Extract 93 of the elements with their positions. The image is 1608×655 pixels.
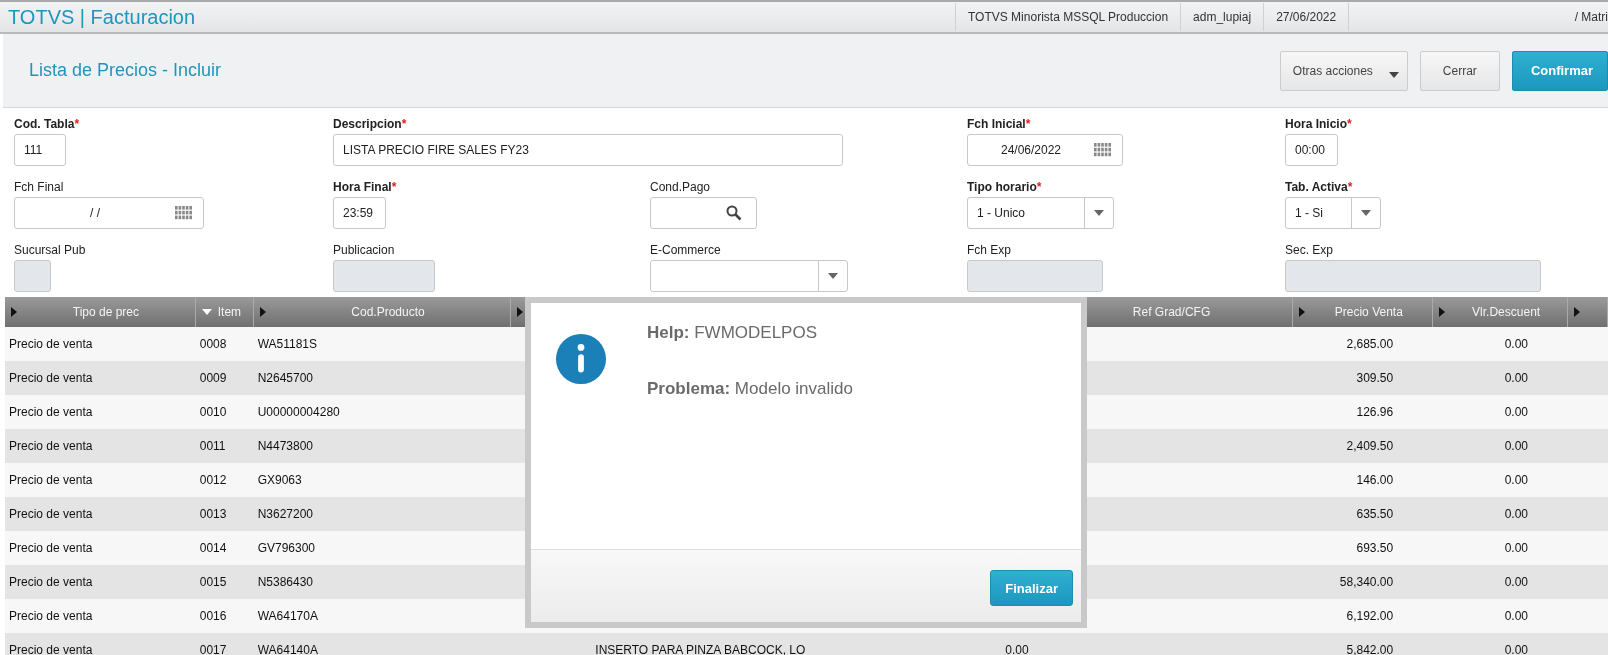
table-cell: 2,409.50: [1346, 439, 1394, 453]
table-cell: 0.00: [1504, 507, 1529, 521]
table-cell: Precio de venta: [9, 643, 93, 655]
field-label: Sec. Exp: [1285, 243, 1334, 258]
close-button[interactable]: Cerrar: [1419, 50, 1500, 91]
field-label: Fch Inicial: [967, 117, 1026, 132]
table-cell: Precio de venta: [9, 405, 93, 419]
table-cell: WA51181S: [257, 337, 318, 351]
table-cell: 0.00: [1504, 337, 1529, 351]
field-label: Descripcion: [333, 117, 402, 132]
table-cell: Precio de venta: [9, 507, 93, 521]
field-label: Cod. Tabla: [14, 117, 75, 132]
table-cell: 0014: [199, 541, 227, 555]
help-text: Help: FWMODELPOS: [647, 323, 818, 343]
field-label: Cond.Pago: [650, 180, 711, 195]
date-field[interactable]: 24/06/2022: [967, 134, 1123, 166]
table-cell: Precio de venta: [9, 575, 93, 589]
table-cell: 0013: [199, 507, 227, 521]
field-label: Hora Inicio: [1285, 117, 1347, 132]
table-cell: 0009: [199, 371, 227, 385]
table-cell: 5,842.00: [1346, 643, 1394, 655]
table-cell: 58,340.00: [1339, 575, 1394, 589]
field-label: Tab. Activa: [1285, 180, 1348, 195]
actions-menu-button[interactable]: Otras acciones: [1279, 50, 1408, 91]
table-cell: 0012: [199, 473, 227, 487]
table-cell: GV796300: [257, 541, 316, 555]
table-cell: N4473800: [257, 439, 314, 453]
required-mark: *: [1347, 180, 1353, 195]
input-field[interactable]: LISTA PRECIO FIRE SALES FY23: [333, 134, 843, 166]
table-cell: 6,192.00: [1346, 609, 1394, 623]
table-cell: 0.00: [1504, 439, 1529, 453]
input-field[interactable]: 00:00: [1285, 134, 1338, 166]
input-field[interactable]: 111: [14, 134, 66, 166]
column-header[interactable]: Vlr.Descuent: [1445, 305, 1568, 319]
field-label: Publicacion: [333, 243, 395, 258]
table-cell: 146.00: [1356, 473, 1394, 487]
table-cell: Precio de venta: [9, 337, 93, 351]
required-mark: *: [74, 117, 80, 132]
table-cell: 0.00: [1504, 371, 1529, 385]
required-mark: *: [1036, 180, 1042, 195]
table-cell: 0.00: [1504, 473, 1529, 487]
table-cell: 0017: [199, 643, 227, 655]
table-cell: 0.00: [1504, 643, 1529, 655]
table-cell: N5386430: [257, 575, 314, 589]
table-cell: N2645700: [257, 371, 314, 385]
required-mark: *: [1025, 117, 1031, 132]
table-cell: 0011: [199, 439, 226, 453]
table-cell: 635.50: [1356, 507, 1394, 521]
page-title: Lista de Precios - Incluir: [28, 60, 222, 81]
table-cell: Precio de venta: [9, 473, 93, 487]
branch-label: / Matri: [1574, 10, 1608, 24]
table-cell: Precio de venta: [9, 439, 93, 453]
required-mark: *: [1347, 117, 1352, 132]
table-cell: 0010: [199, 405, 227, 419]
table-cell: WA64170A: [257, 609, 318, 623]
input-field[interactable]: 23:59: [333, 197, 386, 229]
app-title: TOTVS | Facturacion: [7, 5, 197, 29]
table-cell: 0.00: [1005, 643, 1029, 655]
table-cell: U00000004280: [257, 405, 340, 419]
table-cell: 0.00: [1504, 609, 1529, 623]
table-cell: WA64140A: [257, 643, 318, 655]
field-label: Sucursal Pub: [14, 243, 86, 258]
problem-text: Problema: Modelo invalido: [647, 379, 853, 399]
table-cell: GX9063: [257, 473, 302, 487]
status-segment: TOTVS Minorista MSSQL Produccion: [955, 3, 1181, 31]
required-mark: *: [401, 117, 407, 132]
table-cell: 0.00: [1504, 575, 1529, 589]
required-mark: *: [391, 180, 397, 195]
date-field[interactable]: / /: [14, 197, 204, 229]
table-cell: N3627200: [257, 507, 314, 521]
select-field[interactable]: 1 - Si: [1285, 197, 1381, 229]
table-cell: 2,685.00: [1346, 337, 1394, 351]
status-segment: 27/06/2022: [1263, 3, 1350, 31]
column-header[interactable]: Cod.Producto: [265, 305, 511, 319]
select-field[interactable]: 1 - Unico: [967, 197, 1114, 229]
table-cell: 126.96: [1356, 405, 1394, 419]
table-cell: INSERTO PARA PINZA BABCOCK, LO: [595, 643, 806, 655]
table-cell: 0.00: [1504, 405, 1529, 419]
status-segment: adm_lupiaj: [1180, 3, 1264, 31]
field-label: Hora Final: [333, 180, 392, 195]
field-label: Fch Exp: [967, 243, 1011, 258]
table-cell: 0015: [199, 575, 227, 589]
field-label: Fch Final: [14, 180, 64, 195]
table-cell: 693.50: [1356, 541, 1394, 555]
table-cell: 0.00: [1504, 541, 1529, 555]
table-cell: 0016: [199, 609, 227, 623]
table-cell: 0008: [199, 337, 227, 351]
table-cell: 309.50: [1356, 371, 1394, 385]
table-cell: Precio de venta: [9, 371, 93, 385]
field-label: E-Commerce: [650, 243, 721, 258]
table-cell: Precio de venta: [9, 609, 93, 623]
table-cell: Precio de venta: [9, 541, 93, 555]
field-label: Tipo horario: [967, 180, 1037, 195]
